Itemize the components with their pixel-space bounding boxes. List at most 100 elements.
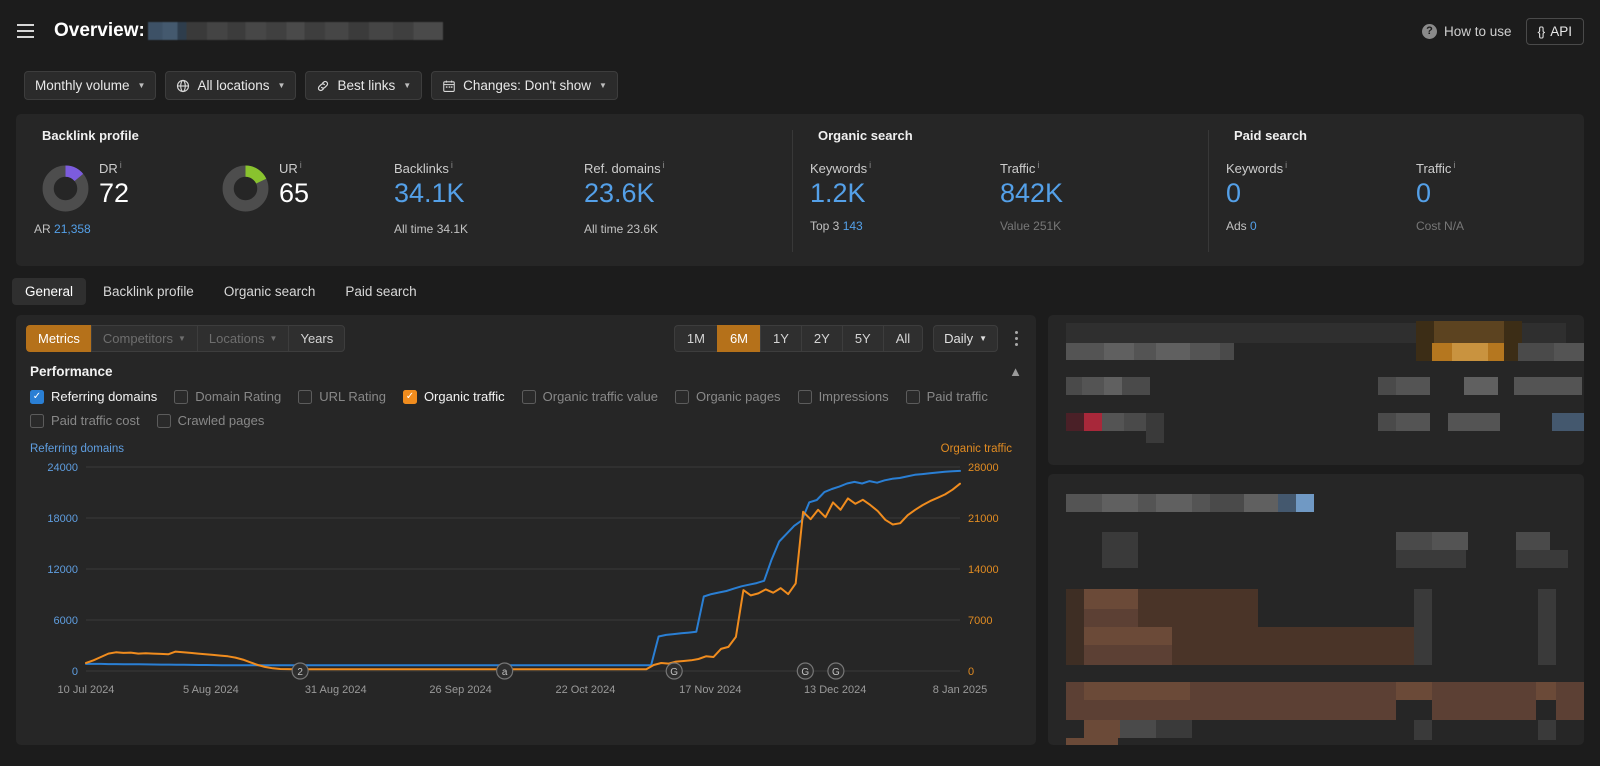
redacted-block <box>1538 720 1556 740</box>
paid-traffic-sub-label: Cost <box>1416 219 1441 234</box>
chevron-up-icon[interactable]: ▲ <box>1009 364 1022 379</box>
kebab-menu-icon[interactable] <box>1008 329 1024 348</box>
checkbox-domain-rating[interactable]: Domain Rating <box>174 389 281 404</box>
ar-label: AR <box>34 222 51 236</box>
performance-line-chart[interactable]: Referring domains Organic traffic 0 0 6000… <box>30 443 1022 705</box>
redacted-block <box>1220 343 1234 360</box>
tab-paid-search[interactable]: Paid search <box>332 278 429 305</box>
braces-icon: {} <box>1537 23 1546 39</box>
redacted-block <box>1066 589 1084 665</box>
backlinks-sub-value: 34.1K <box>436 222 469 236</box>
how-to-use-label: How to use <box>1444 23 1512 39</box>
chart-toolbar: Metrics Competitors ▼ Locations ▼ Years … <box>16 315 1036 360</box>
organic-traffic-value[interactable]: 842K <box>1000 177 1063 209</box>
info-icon[interactable]: i <box>869 161 871 170</box>
ur-value: 65 <box>279 178 310 208</box>
chevron-down-icon: ▼ <box>269 334 278 343</box>
hamburger-menu-icon[interactable] <box>8 14 42 48</box>
paid-keywords-sub-value[interactable]: 0 <box>1250 219 1257 233</box>
paid-keywords-value[interactable]: 0 <box>1226 177 1287 209</box>
checkbox-organic-traffic-value[interactable]: Organic traffic value <box>521 389 658 404</box>
range-2y[interactable]: 2Y <box>800 325 842 352</box>
info-icon[interactable]: i <box>120 161 122 170</box>
filter-changes[interactable]: Changes: Don't show ▼ <box>431 71 618 100</box>
checkbox-icon <box>521 389 536 404</box>
checkbox-impressions[interactable]: Impressions <box>797 389 889 404</box>
filter-best-links[interactable]: Best links ▼ <box>305 71 423 100</box>
svg-text:0: 0 <box>72 666 78 678</box>
metric-checkbox-row-1: ✓ Referring domains Domain Rating URL Ra… <box>30 389 1022 404</box>
redacted-panel-bottom[interactable] <box>1048 474 1584 745</box>
svg-text:13 Dec 2024: 13 Dec 2024 <box>804 684 866 696</box>
redacted-block <box>1416 321 1434 343</box>
checkbox-paid-traffic[interactable]: Paid traffic <box>905 389 988 404</box>
checkbox-paid-traffic-label: Paid traffic <box>926 389 988 404</box>
checkbox-organic-pages-label: Organic pages <box>696 389 781 404</box>
checkbox-crawled-pages[interactable]: Crawled pages <box>156 413 264 428</box>
ref-domains-value[interactable]: 23.6K <box>584 177 665 209</box>
range-6m[interactable]: 6M <box>716 325 760 352</box>
organic-keywords-sub-value[interactable]: 143 <box>843 219 863 233</box>
right-side-panels <box>1048 315 1584 745</box>
redacted-block <box>1084 682 1190 700</box>
redacted-block <box>1536 682 1556 700</box>
performance-title: Performance <box>30 364 113 379</box>
paid-keywords-subvalue: Ads 0 <box>1226 207 1416 233</box>
checkbox-icon <box>797 389 812 404</box>
info-icon[interactable]: i <box>1285 161 1287 170</box>
section-tabs: General Backlink profile Organic search … <box>0 266 1600 315</box>
paid-traffic-value[interactable]: 0 <box>1416 177 1455 209</box>
info-icon[interactable]: i <box>300 161 302 170</box>
redacted-block <box>1296 494 1314 512</box>
checkbox-organic-traffic[interactable]: ✓ Organic traffic <box>402 389 505 404</box>
range-all[interactable]: All <box>882 325 924 352</box>
filter-changes-label: Changes: Don't show <box>463 78 592 93</box>
chart-mode-locations[interactable]: Locations ▼ <box>196 325 289 352</box>
ar-value[interactable]: 21,358 <box>54 222 91 236</box>
tab-general[interactable]: General <box>12 278 87 305</box>
metric-organic-keywords: Keywords i 1.2K <box>810 159 1000 209</box>
tab-organic-search[interactable]: Organic search <box>211 278 329 305</box>
left-axis-title: Referring domains <box>30 443 124 455</box>
redacted-block <box>1278 494 1296 512</box>
how-to-use-button[interactable]: ? How to use <box>1422 23 1512 39</box>
checkbox-referring-domains[interactable]: ✓ Referring domains <box>30 389 157 404</box>
organic-keywords-value[interactable]: 1.2K <box>810 177 871 209</box>
filter-all-locations[interactable]: All locations ▼ <box>165 71 297 100</box>
checkbox-url-rating[interactable]: URL Rating <box>298 389 386 404</box>
question-circle-icon: ? <box>1422 23 1437 39</box>
api-button[interactable]: {} API <box>1525 17 1584 45</box>
backlinks-value[interactable]: 34.1K <box>394 177 465 209</box>
svg-text:0: 0 <box>968 666 974 678</box>
chart-mode-competitors[interactable]: Competitors ▼ <box>90 325 197 352</box>
api-label: API <box>1550 23 1572 39</box>
svg-text:31 Aug 2024: 31 Aug 2024 <box>305 684 367 696</box>
tab-backlink-profile[interactable]: Backlink profile <box>90 278 207 305</box>
checkbox-organic-traffic-value-label: Organic traffic value <box>542 389 658 404</box>
info-icon[interactable]: i <box>1037 161 1039 170</box>
paid-search-title: Paid search <box>1234 128 1307 143</box>
redacted-block <box>1210 494 1244 512</box>
info-icon[interactable]: i <box>663 161 665 170</box>
info-icon[interactable]: i <box>1453 161 1455 170</box>
redacted-panel-top[interactable] <box>1048 315 1584 465</box>
range-1m[interactable]: 1M <box>673 325 717 352</box>
range-5y[interactable]: 5Y <box>841 325 883 352</box>
checkbox-organic-pages[interactable]: Organic pages <box>675 389 781 404</box>
chart-mode-competitors-label: Competitors <box>102 331 173 346</box>
chart-mode-years[interactable]: Years <box>288 325 346 352</box>
checkbox-paid-traffic-cost[interactable]: Paid traffic cost <box>30 413 140 428</box>
chart-mode-segmented: Metrics Competitors ▼ Locations ▼ Years <box>26 325 346 352</box>
range-1y[interactable]: 1Y <box>760 325 801 352</box>
info-icon[interactable]: i <box>451 161 453 170</box>
svg-text:21000: 21000 <box>968 513 999 525</box>
chart-mode-metrics[interactable]: Metrics <box>26 325 91 352</box>
metrics-group-backlink-profile: Backlink profile DR i 72 UR i 65 Backlin… <box>16 128 792 266</box>
granularity-dropdown[interactable]: Daily ▼ <box>933 325 998 352</box>
redacted-domain-name <box>147 22 443 40</box>
svg-text:26 Sep 2024: 26 Sep 2024 <box>429 684 491 696</box>
redacted-block <box>1156 343 1190 360</box>
filter-monthly-volume[interactable]: Monthly volume ▼ <box>24 71 157 100</box>
backlink-profile-title: Backlink profile <box>42 128 139 143</box>
globe-icon <box>176 79 190 93</box>
